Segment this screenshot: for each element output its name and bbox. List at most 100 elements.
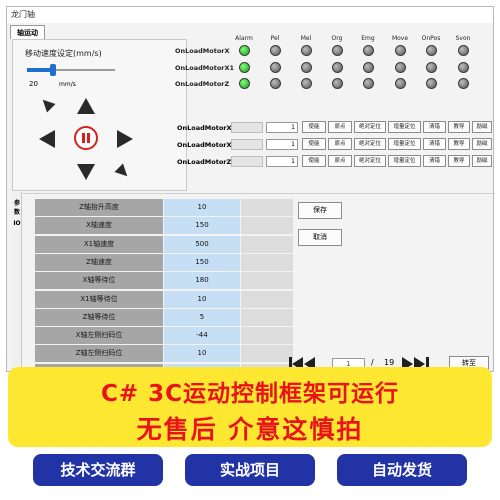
table-row: Z轴抬升高度 10: [35, 199, 293, 217]
motor-action-button[interactable]: 清错: [423, 155, 446, 167]
motor-step-input[interactable]: 1: [266, 156, 298, 167]
motor-action-button[interactable]: 清错: [423, 138, 446, 150]
motor-action-button[interactable]: 教导: [448, 121, 470, 133]
speed-slider-thumb[interactable]: [50, 64, 57, 76]
table-row: X轴等待位 180: [35, 272, 293, 290]
save-button[interactable]: 保存: [298, 202, 342, 219]
motor-action-button[interactable]: 绝对定位: [354, 138, 386, 150]
app-window: 龙门轴 轴运动 移动速度设定(mm/s) 20 mm/s Alarm Pel Mel…: [6, 6, 495, 381]
jog-down-right-arrow-icon[interactable]: [114, 163, 132, 181]
param-label: X1轴等待位: [35, 290, 163, 308]
param-value[interactable]: 10: [164, 199, 240, 216]
param-value[interactable]: 150: [164, 217, 240, 235]
param-extra-cell[interactable]: [241, 272, 293, 290]
tab-params[interactable]: 参数: [12, 198, 22, 216]
param-extra-cell[interactable]: [241, 253, 293, 271]
param-extra-cell[interactable]: [241, 308, 293, 326]
param-extra-cell[interactable]: [241, 345, 293, 363]
promo-banner: C# 3C运动控制框架可运行 无售后 介意这慎拍: [8, 367, 492, 447]
motor-position-field[interactable]: [231, 122, 263, 133]
param-value[interactable]: 150: [164, 253, 240, 271]
status-led-icon: [363, 45, 374, 56]
motor-action-button[interactable]: 清错: [423, 121, 446, 133]
param-extra-cell[interactable]: [241, 235, 293, 253]
motor-action-button[interactable]: 使能: [302, 138, 326, 150]
vertical-tab-strip: 参数 IO: [12, 192, 22, 374]
status-led-icon: [363, 78, 374, 89]
speed-value: 20: [29, 80, 38, 88]
status-led-icon: [395, 45, 406, 56]
pill-auto-delivery[interactable]: 自动发货: [337, 454, 467, 486]
io-row-label: OnLoadMotorX1: [175, 64, 235, 72]
motor-action-button[interactable]: 励磁: [472, 121, 492, 133]
status-led-icon: [395, 78, 406, 89]
jog-panel: 移动速度设定(mm/s) 20 mm/s: [12, 39, 187, 191]
param-label: Z轴速度: [35, 253, 163, 271]
param-value[interactable]: -44: [164, 327, 240, 345]
jog-up-left-arrow-icon[interactable]: [38, 95, 56, 113]
window-title: 龙门轴: [7, 7, 493, 23]
motor-action-button[interactable]: 增量定位: [388, 138, 421, 150]
motor-action-button[interactable]: 增量定位: [388, 155, 421, 167]
motor-action-button[interactable]: 原点: [328, 155, 352, 167]
status-led-icon: [426, 62, 437, 73]
io-row-label: OnLoadMotorZ: [175, 80, 230, 88]
status-led-icon: [239, 78, 250, 89]
motor-action-button[interactable]: 绝对定位: [354, 121, 386, 133]
pill-tech-group[interactable]: 技术交流群: [33, 454, 163, 486]
param-extra-cell[interactable]: [241, 199, 293, 216]
cancel-button[interactable]: 取消: [298, 229, 342, 246]
jog-right-arrow-icon[interactable]: [117, 130, 133, 148]
status-led-icon: [270, 45, 281, 56]
motor-position-field[interactable]: [231, 139, 263, 150]
status-led-icon: [301, 45, 312, 56]
banner-line-2: 无售后 介意这慎拍: [136, 415, 364, 444]
param-label: Z轴左侧扫码位: [35, 345, 163, 363]
motor-action-button[interactable]: 原点: [328, 121, 352, 133]
page-separator: /: [371, 358, 374, 367]
table-row: X轴速度 150: [35, 217, 293, 235]
motor-action-button[interactable]: 励磁: [472, 155, 492, 167]
param-value[interactable]: 180: [164, 272, 240, 290]
table-row: X轴左侧扫码位 -44: [35, 327, 293, 345]
jog-up-arrow-icon[interactable]: [77, 98, 95, 114]
param-value[interactable]: 10: [164, 345, 240, 363]
param-label: X1轴速度: [35, 235, 163, 253]
motor-step-input[interactable]: 1: [266, 139, 298, 150]
tab-io[interactable]: IO: [12, 220, 22, 227]
status-led-icon: [239, 45, 250, 56]
pause-stop-button[interactable]: [74, 126, 98, 150]
jog-left-arrow-icon[interactable]: [39, 130, 55, 148]
param-extra-cell[interactable]: [241, 290, 293, 308]
motor-action-button[interactable]: 原点: [328, 138, 352, 150]
motor-action-button[interactable]: 使能: [302, 155, 326, 167]
status-led-icon: [332, 45, 343, 56]
param-label: Z轴抬升高度: [35, 199, 163, 216]
motor-position-field[interactable]: [231, 156, 263, 167]
motor-action-button[interactable]: 教导: [448, 138, 470, 150]
io-row-label: OnLoadMotorX: [175, 47, 230, 55]
param-extra-cell[interactable]: [241, 217, 293, 235]
status-led-icon: [426, 78, 437, 89]
motor-action-button[interactable]: 增量定位: [388, 121, 421, 133]
param-value[interactable]: 10: [164, 290, 240, 308]
speed-slider[interactable]: [27, 64, 115, 76]
pill-projects[interactable]: 实战项目: [185, 454, 315, 486]
motor-action-button[interactable]: 绝对定位: [354, 155, 386, 167]
param-value[interactable]: 5: [164, 308, 240, 326]
param-value[interactable]: 500: [164, 235, 240, 253]
status-led-icon: [458, 62, 469, 73]
table-row: Z轴速度 150: [35, 253, 293, 272]
table-row: Z轴左侧扫码位 10: [35, 345, 293, 363]
tab-axis-motion[interactable]: 轴运动: [10, 25, 45, 39]
motor-step-input[interactable]: 1: [266, 122, 298, 133]
motor-action-button[interactable]: 教导: [448, 155, 470, 167]
param-extra-cell[interactable]: [241, 327, 293, 345]
jog-down-arrow-icon[interactable]: [77, 164, 95, 180]
status-led-icon: [458, 45, 469, 56]
motor-action-button[interactable]: 使能: [302, 121, 326, 133]
section-divider: [23, 193, 495, 194]
param-label: X轴速度: [35, 217, 163, 235]
motor-action-button[interactable]: 励磁: [472, 138, 492, 150]
status-led-icon: [332, 78, 343, 89]
